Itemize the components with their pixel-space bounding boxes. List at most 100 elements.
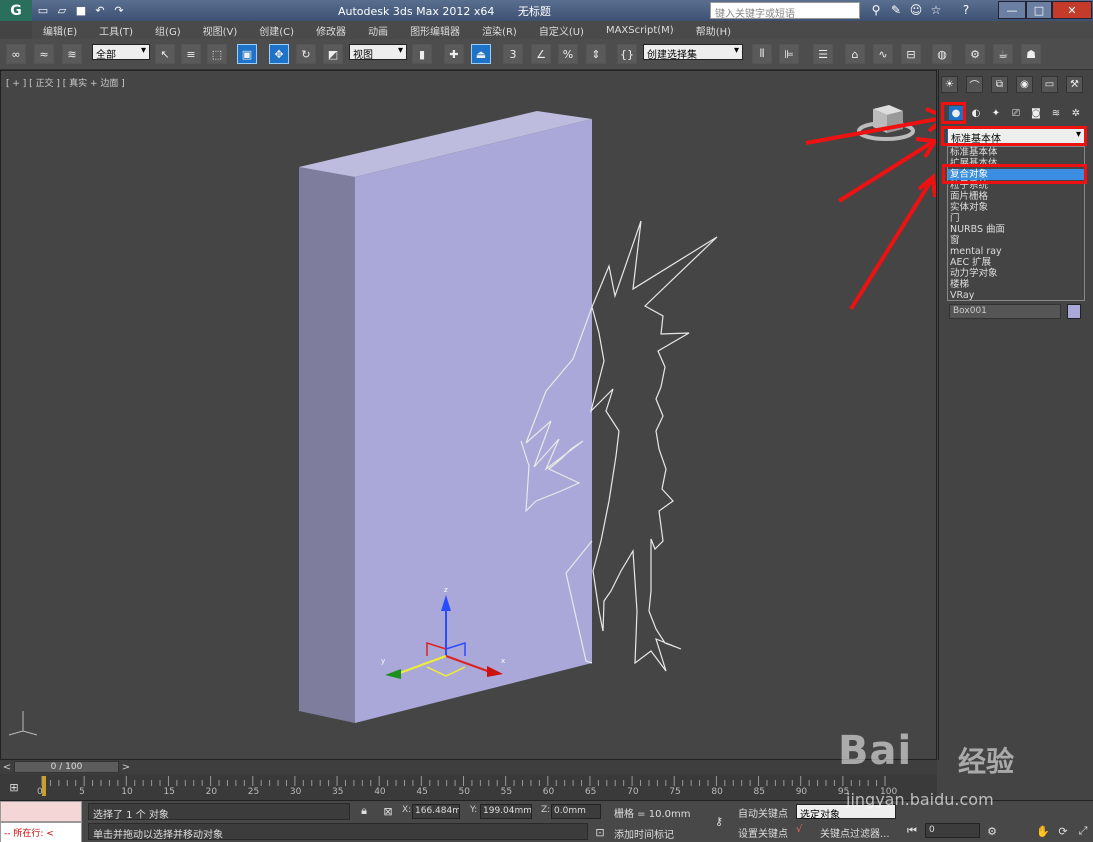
named-selection-select[interactable]: 创建选择集 (643, 44, 743, 61)
time-tag-icon[interactable]: ⊡ (592, 824, 608, 840)
time-next-icon[interactable]: > (119, 760, 133, 774)
menu-maxscript[interactable]: MAXScript(M) (595, 25, 685, 36)
menu-rendering[interactable]: 渲染(R) (471, 23, 528, 38)
layer-manager-icon[interactable]: ☰ (813, 44, 833, 64)
list-item[interactable]: 动力学对象 (948, 268, 1084, 279)
link-icon[interactable]: ∞ (6, 44, 26, 64)
menu-modifiers[interactable]: 修改器 (305, 23, 357, 38)
list-item[interactable]: mental ray (948, 246, 1084, 257)
menu-views[interactable]: 视图(V) (192, 23, 249, 38)
goto-start-icon[interactable]: ⏮ (904, 823, 920, 839)
list-item[interactable]: 楼梯 (948, 279, 1084, 290)
minimize-button[interactable]: — (998, 1, 1026, 19)
time-slider-thumb[interactable]: 0 / 100 (14, 761, 119, 773)
spacewarps-icon[interactable]: ≋ (1049, 106, 1063, 120)
systems-icon[interactable]: ✲ (1069, 106, 1083, 120)
save-icon[interactable]: ■ (73, 3, 89, 19)
redo-icon[interactable]: ↷ (111, 3, 127, 19)
key-filter-select[interactable]: 选定对象 (796, 804, 896, 821)
key-filters-button[interactable]: 关键点过滤器... (820, 825, 890, 840)
select-manipulate-icon[interactable]: ✚ (444, 44, 464, 64)
box-side-face[interactable] (299, 167, 355, 723)
help-icon[interactable]: ? (958, 2, 974, 18)
current-frame-field[interactable]: 0 (925, 823, 980, 838)
list-item[interactable]: 标准基本体 (948, 147, 1084, 158)
spinner-snap-icon[interactable]: ⇕ (586, 44, 606, 64)
list-item[interactable]: AEC 扩展 (948, 257, 1084, 268)
hierarchy-tab-icon[interactable]: ⧉ (991, 76, 1008, 93)
select-and-move-icon[interactable]: ✥ (269, 44, 289, 64)
rendered-frame-icon[interactable]: ☕ (993, 44, 1013, 64)
maximize-button[interactable]: □ (1026, 1, 1052, 19)
lights-icon[interactable]: ✦ (989, 106, 1003, 120)
shapes-icon[interactable]: ◐ (969, 106, 983, 120)
list-item[interactable]: 门 (948, 213, 1084, 224)
pan-view-icon[interactable]: ✋ (1035, 823, 1051, 839)
create-tab-icon[interactable]: ☀ (941, 76, 958, 93)
maxscript-listener-input[interactable] (0, 801, 82, 822)
absolute-mode-icon[interactable]: ⊠ (380, 803, 396, 819)
pivot-center-icon[interactable]: ▮ (412, 44, 432, 64)
menu-group[interactable]: 组(G) (144, 23, 192, 38)
edit-named-selection-icon[interactable]: {} (617, 44, 637, 64)
list-item[interactable]: 窗 (948, 235, 1084, 246)
menu-customize[interactable]: 自定义(U) (528, 23, 595, 38)
favorite-star-icon[interactable]: ☆ (928, 2, 944, 18)
track-bar[interactable]: ⊞ 0 5 10 15 20 25 30 35 40 45 50 55 60 65 70 75 80 85 90 95… (0, 774, 937, 800)
lock-selection-icon[interactable]: 🔒︎ (356, 803, 372, 819)
menu-create[interactable]: 创建(C) (248, 23, 305, 38)
list-item[interactable]: 实体对象 (948, 202, 1084, 213)
time-slider[interactable]: < 0 / 100 > (0, 760, 937, 774)
schematic-view-icon[interactable]: ⊟ (901, 44, 921, 64)
y-coordinate-field[interactable]: 199.04mm (480, 804, 532, 819)
select-by-name-icon[interactable]: ≡ (181, 44, 201, 64)
list-item[interactable]: NURBS 曲面 (948, 224, 1084, 235)
mirror-icon[interactable]: ⫴ (752, 44, 772, 64)
maxscript-listener-output[interactable]: -- 所在行: < (0, 822, 82, 842)
unlink-icon[interactable]: ≈ (34, 44, 54, 64)
render-production-icon[interactable]: ☗ (1021, 44, 1041, 64)
close-button[interactable]: ✕ (1052, 1, 1092, 19)
select-and-rotate-icon[interactable]: ↻ (296, 44, 316, 64)
selection-filter-select[interactable]: 全部 (92, 44, 150, 61)
menu-help[interactable]: 帮助(H) (685, 23, 742, 38)
binoculars-icon[interactable]: ⚲ (868, 2, 884, 18)
motion-tab-icon[interactable]: ◉ (1016, 76, 1033, 93)
bind-spacewarp-icon[interactable]: ≋ (62, 44, 82, 64)
key-mode-icon[interactable]: √ (796, 824, 802, 835)
display-tab-icon[interactable]: ▭ (1041, 76, 1058, 93)
perspective-viewport[interactable]: [ + ] [ 正交 ] [ 真实 + 边面 ] z y x (0, 70, 937, 760)
list-item[interactable]: VRay (948, 290, 1084, 301)
utilities-tab-icon[interactable]: ⚒ (1066, 76, 1083, 93)
menu-edit[interactable]: 编辑(E) (32, 23, 88, 38)
menu-animation[interactable]: 动画 (357, 23, 399, 38)
set-key-button[interactable]: 设置关键点 (738, 825, 788, 840)
angle-snap-icon[interactable]: ∠ (531, 44, 551, 64)
search-input[interactable]: 键入关键字或短语 (710, 2, 860, 20)
object-color-swatch[interactable] (1067, 304, 1081, 319)
undo-icon[interactable]: ↶ (92, 3, 108, 19)
helpers-icon[interactable]: ◙ (1029, 106, 1043, 120)
object-name-field[interactable]: Box001 (949, 304, 1061, 319)
cameras-icon[interactable]: ⎚ (1009, 106, 1023, 120)
curve-editor-icon[interactable]: ∿ (873, 44, 893, 64)
open-file-icon[interactable]: ▱ (54, 3, 70, 19)
graphite-tools-icon[interactable]: ⌂ (845, 44, 865, 64)
reference-coordinate-select[interactable]: 视图 (349, 44, 407, 61)
list-item[interactable]: 面片栅格 (948, 191, 1084, 202)
rectangular-selection-icon[interactable]: ⬚ (207, 44, 227, 64)
spiky-shape[interactable] (589, 220, 718, 672)
add-time-tag[interactable]: 添加时间标记 (614, 826, 674, 841)
material-editor-icon[interactable]: ◍ (932, 44, 952, 64)
box-front-face[interactable] (355, 119, 592, 723)
tools-icon[interactable]: ✎ (888, 2, 904, 18)
time-prev-icon[interactable]: < (0, 760, 14, 774)
render-setup-icon[interactable]: ⚙ (965, 44, 985, 64)
z-coordinate-field[interactable]: 0.0mm (551, 804, 601, 819)
mini-curve-editor-icon[interactable]: ⊞ (6, 779, 22, 795)
select-object-icon[interactable]: ↖ (155, 44, 175, 64)
keyboard-shortcut-override-icon[interactable]: ⏏ (471, 44, 491, 64)
align-icon[interactable]: ⊫ (779, 44, 799, 64)
time-config-icon[interactable]: ⚙ (984, 823, 1000, 839)
user-icon[interactable]: ☺ (908, 2, 924, 18)
